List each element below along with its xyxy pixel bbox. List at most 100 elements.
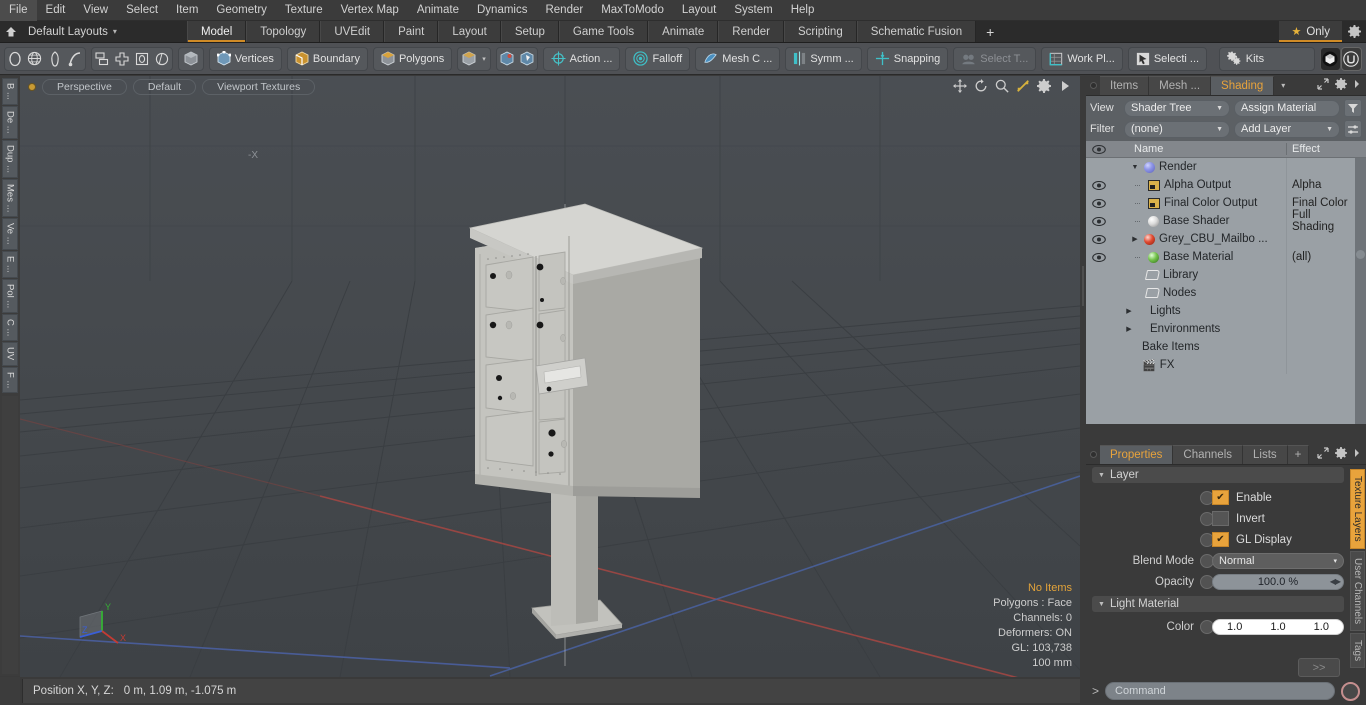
table-row[interactable]: Library [1086, 266, 1366, 284]
menu-item-file[interactable]: File [0, 0, 37, 21]
record-icon[interactable] [1341, 681, 1360, 701]
tab-topology[interactable]: Topology [246, 21, 321, 42]
gl-display-checkbox[interactable]: ✔ [1212, 532, 1229, 547]
globe-icon[interactable] [25, 48, 45, 70]
fit-icon[interactable] [1015, 78, 1030, 93]
expand-icon[interactable] [1317, 78, 1329, 93]
unreal-icon[interactable] [1340, 46, 1362, 71]
menu-item-item[interactable]: Item [167, 0, 207, 21]
menu-item-animate[interactable]: Animate [408, 0, 468, 21]
home-icon[interactable] [0, 21, 22, 42]
gear-icon[interactable] [1342, 21, 1366, 42]
panel-menu-dot-icon[interactable] [1086, 445, 1100, 464]
filter-dropdown[interactable]: (none) ▼ [1124, 120, 1230, 138]
menu-item-edit[interactable]: Edit [37, 0, 75, 21]
select-mode-b-icon[interactable] [517, 48, 537, 70]
viewport-canvas[interactable]: -X [20, 76, 1080, 677]
filter-funnel-icon[interactable] [1344, 99, 1362, 117]
tab-properties[interactable]: Properties [1100, 445, 1174, 464]
side-tab-user-channels[interactable]: User Channels [1350, 550, 1365, 631]
panel-menu-dot-icon[interactable] [1086, 76, 1100, 95]
chevron-down-icon[interactable]: ▾ [1274, 76, 1292, 95]
rotate-icon[interactable] [973, 78, 988, 93]
left-tab-deform[interactable]: De ... [2, 105, 18, 139]
left-tab-mesh[interactable]: Mes ... [2, 178, 18, 218]
viewport-shading-selector[interactable]: Viewport Textures [202, 79, 316, 95]
opacity-field[interactable]: 100.0 % ◀▶ [1212, 573, 1344, 590]
left-tab-curve[interactable]: C ... [2, 313, 18, 342]
table-row[interactable]: 🎬 FX [1086, 356, 1366, 374]
left-tab-basic[interactable]: B ... [2, 78, 18, 105]
vertices-button[interactable]: Vertices [208, 46, 282, 71]
only-toggle-button[interactable]: ★ Only [1279, 21, 1342, 42]
zoom-icon[interactable] [994, 78, 1009, 93]
tab-schematic-fusion[interactable]: Schematic Fusion [856, 21, 977, 42]
pen-icon[interactable] [45, 48, 65, 70]
tab-channels[interactable]: Channels [1173, 445, 1244, 464]
pan-icon[interactable] [952, 78, 967, 93]
table-row[interactable]: ▶ Environments [1086, 320, 1366, 338]
table-row[interactable]: Nodes [1086, 284, 1366, 302]
viewport-style-selector[interactable]: Default [132, 79, 197, 95]
tab-uvedit[interactable]: UVEdit [320, 21, 385, 42]
snapping-button[interactable]: Snapping [866, 46, 949, 71]
tab-animate[interactable]: Animate [648, 21, 719, 42]
add-layer-dropdown[interactable]: Add Layer ▼ [1234, 120, 1340, 138]
chevron-right-icon[interactable] [1353, 448, 1361, 461]
viewport-settings-icon[interactable] [1036, 78, 1051, 93]
menu-item-dynamics[interactable]: Dynamics [468, 0, 536, 21]
table-row[interactable]: Bake Items [1086, 338, 1366, 356]
falloff-button[interactable]: Falloff [625, 46, 691, 71]
gear-icon[interactable] [1335, 78, 1347, 93]
left-tab-vertex[interactable]: Ve ... [2, 218, 18, 250]
table-row[interactable]: ▶ Lights [1086, 302, 1366, 320]
tab-model[interactable]: Model [186, 21, 247, 42]
visibility-toggle[interactable] [1086, 198, 1112, 208]
visibility-toggle[interactable] [1086, 216, 1112, 226]
3d-viewport[interactable]: -X Perspective Default Viewport Textures… [20, 76, 1080, 677]
blend-mode-dropdown[interactable]: Normal ▾ [1212, 552, 1344, 569]
layout-selector[interactable]: Default Layouts ▾ [22, 21, 127, 42]
kits-button[interactable]: Kits [1218, 46, 1315, 71]
left-tab-fur[interactable]: F ... [2, 366, 18, 393]
scrollbar-knob[interactable] [1356, 250, 1365, 259]
menu-item-layout[interactable]: Layout [673, 0, 726, 21]
add-tab-button[interactable]: + [976, 21, 1005, 42]
invert-checkbox[interactable] [1212, 511, 1229, 526]
twisty-icon[interactable]: ▶ [1130, 235, 1140, 243]
menu-item-geometry[interactable]: Geometry [207, 0, 276, 21]
square-target-icon[interactable] [132, 48, 152, 70]
color-field[interactable]: 1.0 1.0 1.0 [1212, 618, 1344, 635]
work-plane-button[interactable]: Work Pl... [1041, 46, 1123, 71]
command-input[interactable]: Command [1105, 682, 1335, 700]
tab-layout[interactable]: Layout [438, 21, 501, 42]
duplicate-icon[interactable] [92, 48, 112, 70]
side-tab-texture-layers[interactable]: Texture Layers [1350, 469, 1365, 549]
tab-setup[interactable]: Setup [500, 21, 559, 42]
effect-cell[interactable]: ▼ [1286, 230, 1366, 248]
menu-item-help[interactable]: Help [782, 0, 824, 21]
list-options-icon[interactable] [1344, 120, 1362, 138]
tab-paint[interactable]: Paint [384, 21, 439, 42]
effect-cell[interactable]: (all)▼ [1286, 248, 1366, 266]
side-tab-tags[interactable]: Tags [1350, 632, 1365, 668]
menu-item-render[interactable]: Render [536, 0, 592, 21]
viewport-projection-selector[interactable]: Perspective [42, 79, 127, 95]
mesh-constraint-button[interactable]: Mesh C ... [695, 46, 781, 71]
table-row[interactable]: ··· Alpha Output Alpha▼ [1086, 176, 1366, 194]
visibility-toggle[interactable] [1086, 234, 1112, 244]
symmetry-button[interactable]: Symm ... [785, 46, 862, 71]
menu-item-texture[interactable]: Texture [276, 0, 332, 21]
left-tab-polygon[interactable]: Pol ... [2, 278, 18, 313]
ellipse-icon[interactable] [5, 48, 25, 70]
table-row[interactable]: ··· Base Material (all)▼ [1086, 248, 1366, 266]
enable-checkbox[interactable]: ✔ [1212, 490, 1229, 505]
effect-cell[interactable]: Alpha▼ [1286, 176, 1366, 194]
tab-items[interactable]: Items [1100, 76, 1150, 95]
element-mode-dropdown[interactable]: ▾ [457, 46, 491, 71]
substance-icon[interactable] [1319, 46, 1341, 71]
shader-tree-scrollbar[interactable] [1355, 158, 1366, 424]
cube-icon[interactable] [177, 46, 204, 71]
light-material-section-header[interactable]: ▼ Light Material [1092, 596, 1344, 612]
visibility-toggle[interactable] [1086, 252, 1112, 262]
